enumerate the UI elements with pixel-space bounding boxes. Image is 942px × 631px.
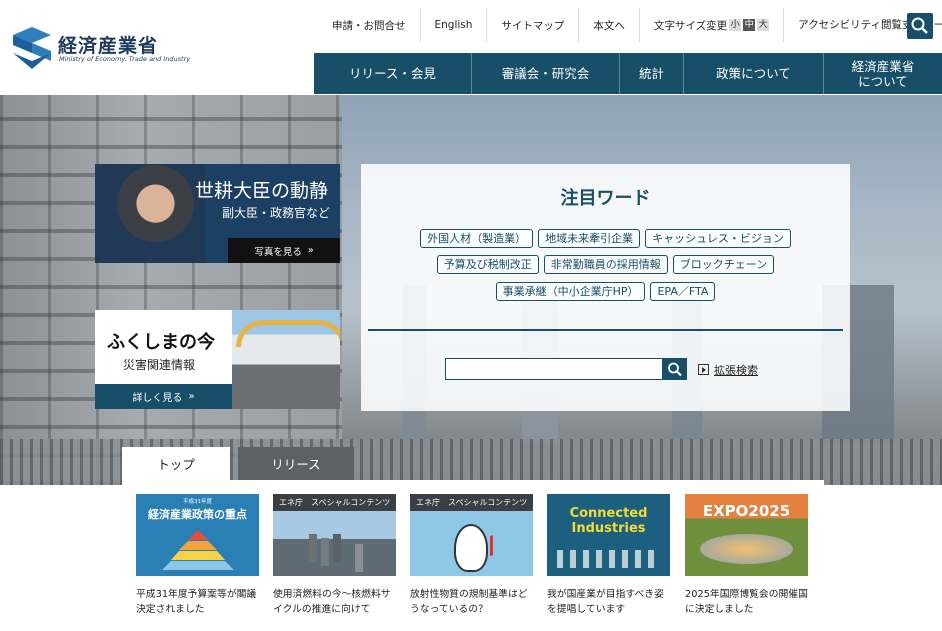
utility-nav: 申請・お問合せ English サイトマップ 本文へ 文字サイズ変更 小 中 大…: [318, 0, 942, 50]
tab-release[interactable]: リリース: [238, 447, 354, 480]
fukushima-title: ふくしまの今: [107, 332, 215, 353]
font-size-small-button[interactable]: 小: [729, 19, 742, 31]
gnav-statistics[interactable]: 統計: [620, 53, 684, 94]
card-thumb-title: EXPO2025: [702, 502, 791, 520]
card-thumb-sub: 平成31年度: [183, 499, 212, 505]
minister-title: 世耕大臣の動静: [195, 180, 329, 202]
header-search-button[interactable]: [907, 13, 933, 39]
fukushima-details-button[interactable]: 詳しく見る »: [95, 384, 232, 409]
font-size-large-button[interactable]: 大: [757, 19, 770, 31]
advanced-search-label: 拡張検索: [714, 364, 758, 377]
keyword-row-2: 予算及び税制改正 非常勤職員の採用情報 ブロックチェーン: [361, 255, 850, 274]
keywords-title: 注目ワード: [560, 188, 651, 209]
accessibility-line1: アクセシビリティ: [798, 18, 881, 31]
keywords-panel: 注目ワード 外国人材（製造業） 地域未来牽引企業 キャッシュレス・ビジョン 予算…: [361, 164, 850, 411]
minister-banner[interactable]: 世耕大臣の動静 副大臣・政務官など 写真を見る »: [95, 164, 340, 263]
card-connected-industries[interactable]: Connected Industries 我が国産業が目指すべき姿を提唱していま…: [547, 494, 670, 617]
keyword-tag[interactable]: 外国人材（製造業）: [420, 229, 534, 248]
site-header: 経済産業省 Ministry of Economy, Trade and Ind…: [0, 0, 942, 95]
advanced-search-link[interactable]: 拡張検索: [698, 362, 758, 378]
card-thumb-header: エネ庁 スペシャルコンテンツ: [410, 494, 533, 511]
card-thumb-title: Connected Industries: [569, 506, 648, 536]
card-connected-industries-thumbnail: Connected Industries: [547, 494, 670, 576]
card-caption: 使用済燃料の今〜核燃料サイクルの推進に向けて: [273, 589, 391, 615]
util-inquiry-link[interactable]: 申請・お問合せ: [318, 8, 421, 42]
keyword-row-1: 外国人材（製造業） 地域未来牽引企業 キャッシュレス・ビジョン: [361, 229, 850, 248]
site-search-button[interactable]: [663, 358, 687, 380]
keyword-tag[interactable]: キャッシュレス・ビジョン: [645, 229, 791, 248]
util-english-link[interactable]: English: [421, 8, 488, 42]
search-icon: [911, 17, 928, 34]
font-size-control: 文字サイズ変更 小 中 大: [640, 8, 785, 42]
gnav-policy[interactable]: 政策について: [684, 53, 824, 94]
double-chevron-icon: »: [188, 391, 195, 402]
keyword-tag[interactable]: ブロックチェーン: [672, 255, 775, 274]
card-caption: 平成31年度予算案等が閣議決定されました: [136, 589, 257, 615]
global-nav: リリース・会見 審議会・研究会 統計 政策について 経済産業省 について: [314, 53, 942, 94]
minister-button-label: 写真を見る: [254, 246, 302, 258]
site-search-input[interactable]: [445, 358, 663, 380]
logo-jp-text: 経済産業省: [58, 35, 159, 57]
minister-photo-button[interactable]: 写真を見る »: [228, 238, 340, 263]
card-radiation-thumbnail: エネ庁 スペシャルコンテンツ: [410, 494, 533, 576]
gnav-about[interactable]: 経済産業省 について: [824, 53, 942, 94]
minister-photo: [95, 164, 205, 263]
card-thumb-title: 経済産業政策の重点: [148, 508, 247, 521]
card-budget[interactable]: 平成31年度 経済産業政策の重点 平成31年度予算案等が閣議決定されました: [136, 494, 259, 617]
keyword-row-3: 事業承継（中小企業庁HP） EPA／FTA: [361, 282, 850, 301]
font-size-medium-button[interactable]: 中: [743, 19, 756, 31]
hero-building-image: [0, 95, 342, 485]
font-size-label: 文字サイズ変更: [653, 19, 728, 32]
hero-banner: 世耕大臣の動静 副大臣・政務官など 写真を見る » ふくしまの今 災害関連情報 …: [0, 95, 942, 485]
card-expo2025[interactable]: EXPO2025 2025年国際博覧会の開催国に決定しました: [685, 494, 808, 617]
util-sitemap-link[interactable]: サイトマップ: [487, 8, 580, 42]
card-expo2025-thumbnail: EXPO2025: [685, 494, 808, 576]
keyword-tag[interactable]: 事業承継（中小企業庁HP）: [495, 282, 646, 301]
card-caption: 我が国産業が目指すべき姿を提唱しています: [547, 589, 664, 615]
fukushima-button-label: 詳しく見る: [132, 393, 183, 404]
featured-cards: 平成31年度 経済産業政策の重点 平成31年度予算案等が閣議決定されました エネ…: [122, 480, 824, 631]
play-icon: [698, 364, 709, 375]
keyword-tag[interactable]: 予算及び税制改正: [436, 255, 539, 274]
fukushima-subtitle: 災害関連情報: [123, 358, 196, 372]
card-radiation[interactable]: エネ庁 スペシャルコンテンツ 放射性物質の規制基準はどうなっているの？: [410, 494, 533, 617]
double-chevron-icon: »: [307, 245, 314, 256]
card-nuclear-fuel-thumbnail: エネ庁 スペシャルコンテンツ: [273, 494, 396, 576]
util-skip-link[interactable]: 本文へ: [579, 8, 640, 42]
keywords-divider: [368, 329, 843, 331]
card-thumb-header: エネ庁 スペシャルコンテンツ: [273, 494, 396, 511]
meti-logo-icon: [13, 27, 51, 69]
fukushima-photo: [232, 310, 340, 409]
minister-subtitle: 副大臣・政務官など: [221, 206, 330, 220]
gnav-council[interactable]: 審議会・研究会: [472, 53, 620, 94]
keyword-tag[interactable]: 非常勤職員の採用情報: [543, 255, 668, 274]
keyword-tag[interactable]: EPA／FTA: [650, 282, 716, 301]
keyword-tag[interactable]: 地域未来牽引企業: [538, 229, 641, 248]
card-nuclear-fuel[interactable]: エネ庁 スペシャルコンテンツ 使用済燃料の今〜核燃料サイクルの推進に向けて: [273, 494, 396, 617]
card-budget-thumbnail: 平成31年度 経済産業政策の重点: [136, 494, 259, 576]
pyramid-icon: [162, 530, 234, 570]
logo-en-text: Ministry of Economy, Trade and Industry: [59, 55, 191, 63]
meti-logo[interactable]: 経済産業省 Ministry of Economy, Trade and Ind…: [13, 27, 190, 71]
fukushima-banner[interactable]: ふくしまの今 災害関連情報 詳しく見る »: [95, 310, 340, 409]
card-caption: 2025年国際博覧会の開催国に決定しました: [685, 589, 808, 615]
search-icon: [668, 362, 682, 377]
card-caption: 放射性物質の規制基準はどうなっているの？: [410, 589, 528, 615]
tab-top[interactable]: トップ: [122, 447, 230, 480]
gnav-release[interactable]: リリース・会見: [314, 53, 472, 94]
